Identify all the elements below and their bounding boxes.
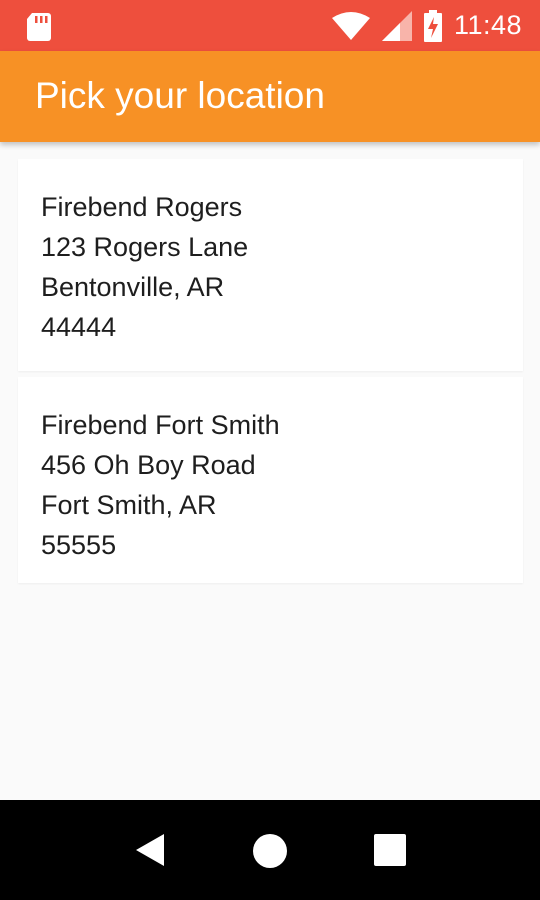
location-address: Firebend Rogers 123 Rogers Lane Bentonvi…: [41, 187, 248, 347]
location-name: Firebend Rogers: [41, 192, 243, 222]
home-icon[interactable]: [252, 833, 288, 869]
status-icons: 11:48: [331, 0, 522, 51]
location-zip: 55555: [41, 530, 117, 560]
page-title: Pick your location: [35, 75, 325, 116]
back-icon[interactable]: [134, 833, 166, 867]
battery-charging-icon: [423, 9, 442, 42]
location-address: Firebend Fort Smith 456 Oh Boy Road Fort…: [41, 405, 280, 565]
location-street: 456 Oh Boy Road: [41, 450, 256, 480]
location-name: Firebend Fort Smith: [41, 410, 280, 440]
cell-signal-icon: [381, 10, 412, 41]
recents-icon[interactable]: [373, 833, 407, 867]
location-zip: 44444: [41, 312, 117, 342]
location-list: Firebend Rogers 123 Rogers Lane Bentonvi…: [0, 142, 540, 800]
status-bar: 11:48: [0, 0, 540, 51]
location-card-rogers[interactable]: Firebend Rogers 123 Rogers Lane Bentonvi…: [18, 159, 523, 371]
navigation-bar: [0, 800, 540, 900]
status-time: 11:48: [453, 10, 522, 40]
wifi-icon: [331, 11, 370, 40]
location-street: 123 Rogers Lane: [41, 232, 249, 262]
location-card-fort-smith[interactable]: Firebend Fort Smith 456 Oh Boy Road Fort…: [18, 377, 523, 583]
location-city-state: Bentonville, AR: [41, 272, 225, 302]
sd-card-icon: [27, 13, 51, 41]
location-city-state: Fort Smith, AR: [41, 490, 217, 520]
app-bar: Pick your location: [0, 51, 540, 142]
